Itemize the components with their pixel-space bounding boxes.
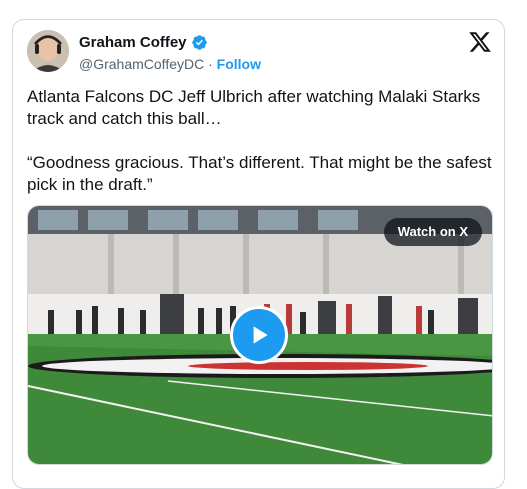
x-logo-icon[interactable]: [468, 30, 492, 54]
author-handle-row: @GrahamCoffeyDC · Follow: [79, 56, 261, 72]
avatar[interactable]: [27, 30, 69, 72]
author-display-name[interactable]: Graham Coffey: [79, 34, 187, 51]
separator-dot: ·: [208, 56, 213, 72]
tweet-text: Atlanta Falcons DC Jeff Ulbrich after wa…: [27, 87, 492, 194]
video-thumbnail[interactable]: Watch on X: [27, 205, 493, 465]
follow-button[interactable]: Follow: [217, 56, 261, 72]
watch-on-x-button[interactable]: Watch on X: [383, 218, 482, 246]
verified-badge-icon: [191, 34, 208, 51]
embedded-tweet-card[interactable]: Graham Coffey @GrahamCoffeyDC · Follow A…: [12, 19, 505, 489]
author-name-row[interactable]: Graham Coffey: [79, 34, 208, 51]
author-handle[interactable]: @GrahamCoffeyDC: [79, 56, 204, 72]
play-icon[interactable]: [230, 306, 288, 364]
